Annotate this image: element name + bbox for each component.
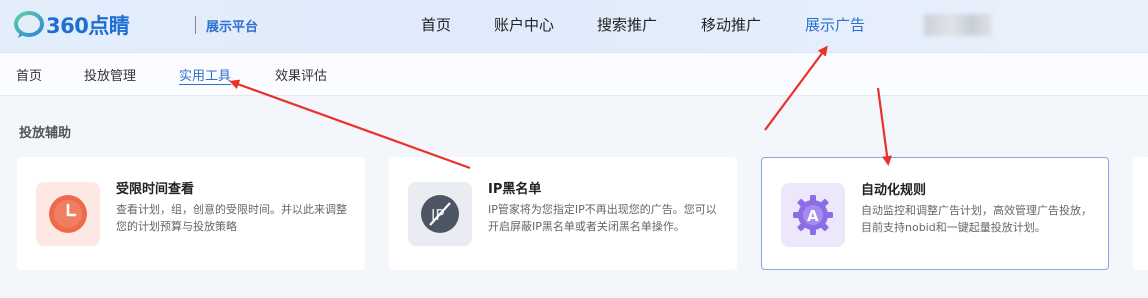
logo-text: 360点睛 — [46, 14, 130, 38]
platform-label: 展示平台 — [206, 20, 259, 35]
tool-card-automation-rules[interactable]: A 自动化规则 自动监控和调整广告计划，高效管理广告投放，目前支持nobid和一… — [761, 157, 1109, 270]
card-title: 自动化规则 — [861, 183, 927, 198]
sub-nav: 首页 投放管理 实用工具 效果评估 — [0, 53, 1148, 96]
arrow-to-automation — [876, 87, 893, 166]
ip-block-icon: IP — [408, 182, 472, 246]
sub-nav-home[interactable]: 首页 — [16, 65, 42, 84]
tool-card-partial[interactable] — [1133, 157, 1148, 270]
tool-card-ip-blacklist[interactable]: IP IP黑名单 IP管家将为您指定IP不再出现您的广告。您可以开启屏蔽IP黑名… — [389, 157, 737, 270]
top-nav-mobile-promotion[interactable]: 移动推广 — [701, 14, 761, 35]
top-nav-account-center[interactable]: 账户中心 — [494, 14, 554, 35]
clock-icon — [36, 182, 100, 246]
top-nav-home[interactable]: 首页 — [421, 14, 451, 35]
logo-mark-icon — [14, 10, 44, 40]
card-description: 查看计划，组，创意的受限时间。并以此来调整您的计划预算与投放策略 — [116, 203, 347, 233]
section-title: 投放辅助 — [19, 126, 72, 141]
user-account-blurred[interactable] — [924, 14, 992, 36]
card-title: IP黑名单 — [488, 182, 542, 197]
sub-nav-performance[interactable]: 效果评估 — [275, 65, 327, 84]
top-nav-search-promotion[interactable]: 搜索推广 — [597, 14, 657, 35]
top-header: 360点睛 展示平台 首页 账户中心 搜索推广 移动推广 展示广告 — [0, 0, 1148, 53]
tool-card-restricted-time[interactable]: 受限时间查看 查看计划，组，创意的受限时间。并以此来调整您的计划预算与投放策略 — [17, 157, 365, 270]
sub-nav-campaign-management[interactable]: 投放管理 — [84, 65, 136, 84]
card-description: IP管家将为您指定IP不再出现您的广告。您可以开启屏蔽IP黑名单或者关闭黑名单操… — [488, 203, 717, 233]
card-description: 自动监控和调整广告计划，高效管理广告投放，目前支持nobid和一键起量投放计划。 — [861, 204, 1092, 234]
logo-divider — [195, 16, 196, 34]
card-title: 受限时间查看 — [116, 182, 195, 197]
top-nav-display-ads[interactable]: 展示广告 — [805, 14, 865, 35]
sub-nav-tools[interactable]: 实用工具 — [179, 65, 232, 85]
svg-text:A: A — [807, 207, 819, 225]
automation-gear-icon: A — [781, 183, 845, 247]
logo[interactable]: 360点睛 — [14, 10, 130, 40]
